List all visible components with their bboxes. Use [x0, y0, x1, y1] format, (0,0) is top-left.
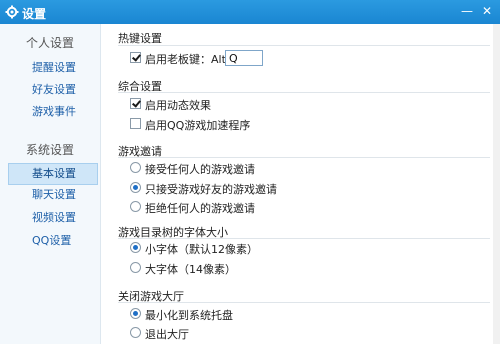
invite-option-label: 只接受游戏好友的游戏邀请	[145, 183, 277, 196]
sidebar-item-label: 基本设置	[32, 167, 76, 180]
radio-button	[130, 162, 141, 173]
invite-option-label: 接受任何人的游戏邀请	[145, 163, 255, 176]
minimize-button[interactable]: —	[458, 2, 476, 20]
sidebar-item-game-events[interactable]: 游戏事件	[0, 102, 100, 122]
sidebar-item-chat[interactable]: 聊天设置	[0, 185, 100, 205]
font-size-option-label: 大字体（14像素）	[145, 263, 236, 276]
window-title: 设置	[22, 7, 47, 21]
radio-button	[130, 201, 141, 212]
radio-button	[130, 242, 141, 253]
sidebar-item-reminder[interactable]: 提醒设置	[0, 58, 100, 78]
sidebar-item-label: QQ设置	[32, 234, 72, 247]
font-size-option-label: 小字体（默认12像素）	[145, 243, 258, 256]
divider	[118, 45, 490, 46]
sidebar: 个人设置 提醒设置 好友设置 游戏事件 系统设置 基本设置 聊天设置 视频设置 …	[0, 24, 101, 344]
sidebar-header-system: 系统设置	[25, 143, 74, 157]
radio-button	[130, 308, 141, 319]
checkbox-box	[130, 118, 141, 129]
radio-button	[130, 262, 141, 273]
boss-key-input[interactable]: Q	[225, 50, 263, 66]
divider	[118, 302, 490, 303]
sidebar-item-label: 游戏事件	[32, 105, 76, 118]
close-button[interactable]: ✕	[478, 2, 496, 20]
close-option-label: 最小化到系统托盘	[145, 309, 233, 322]
sidebar-item-label: 聊天设置	[32, 188, 76, 201]
section-title-hotkey: 热键设置	[118, 32, 162, 45]
divider	[118, 92, 490, 93]
boss-key-label: 启用老板键：Alt+	[145, 53, 236, 66]
title-bar: 设置 — ✕	[0, 0, 500, 24]
sidebar-item-qq[interactable]: QQ设置	[0, 231, 100, 251]
sidebar-item-basic[interactable]: 基本设置	[8, 163, 98, 185]
radio-button	[130, 182, 141, 193]
sidebar-item-label: 视频设置	[32, 211, 76, 224]
divider	[118, 238, 490, 239]
invite-option-label: 拒绝任何人的游戏邀请	[145, 202, 255, 215]
dynamic-effects-label: 启用动态效果	[145, 99, 211, 112]
scrollbar[interactable]	[493, 24, 500, 344]
gear-icon	[5, 5, 19, 19]
checkbox-box	[130, 52, 141, 63]
close-option-label: 退出大厅	[145, 328, 189, 341]
sidebar-header-personal: 个人设置	[25, 36, 74, 50]
sidebar-item-label: 好友设置	[32, 83, 76, 96]
sidebar-item-video[interactable]: 视频设置	[0, 208, 100, 228]
radio-button	[130, 327, 141, 338]
divider	[118, 157, 490, 158]
checkbox-box	[130, 98, 141, 109]
accelerator-label: 启用QQ游戏加速程序	[145, 119, 251, 132]
sidebar-item-friends[interactable]: 好友设置	[0, 80, 100, 100]
sidebar-item-label: 提醒设置	[32, 61, 76, 74]
